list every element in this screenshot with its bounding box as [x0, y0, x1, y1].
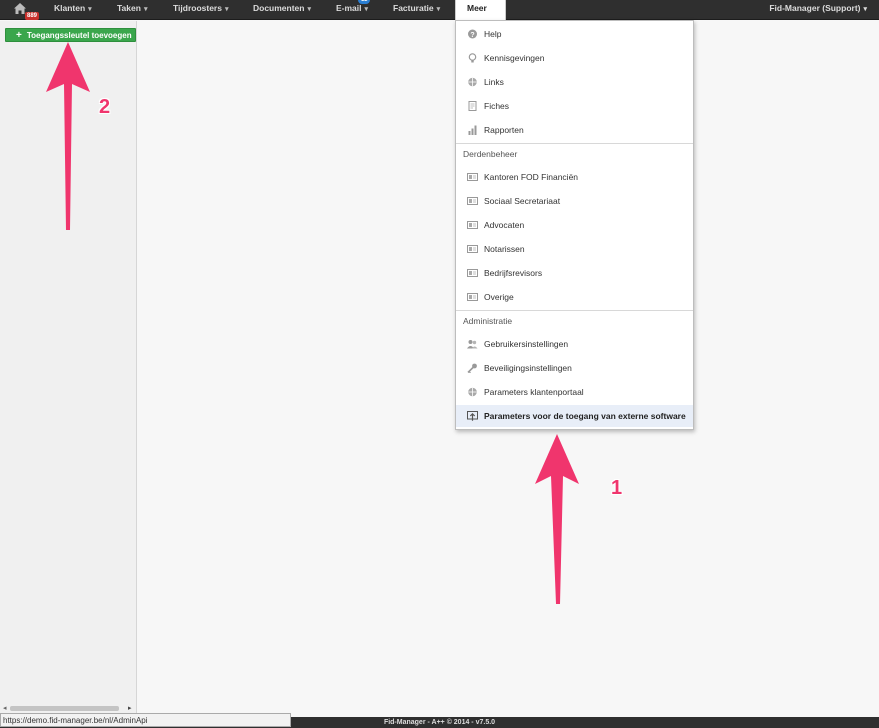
- menu-item-label: Links: [484, 77, 504, 87]
- menu-item-sociaal-secretariaat[interactable]: Sociaal Secretariaat: [456, 190, 693, 212]
- menu-item-parameters-klantenportaal[interactable]: Parameters klantenportaal: [456, 381, 693, 403]
- menu-item-links[interactable]: Links: [456, 71, 693, 93]
- menu-item-fiches[interactable]: Fiches: [456, 95, 693, 117]
- menu-item-kennisgevingen[interactable]: Kennisgevingen: [456, 47, 693, 69]
- scrollbar-thumb[interactable]: [10, 706, 119, 711]
- nav-label: Meer: [467, 3, 487, 13]
- menu-item-label: Parameters voor de toegang van externe s…: [484, 411, 686, 421]
- help-icon: ?: [468, 29, 477, 39]
- user-name: Fid-Manager (Support): [769, 3, 861, 13]
- card-icon: [467, 293, 478, 301]
- menu-item-label: Parameters klantenportaal: [484, 387, 584, 397]
- nav-email[interactable]: E-mail ▾ 11: [336, 0, 371, 20]
- meer-dropdown-menu: ? Help Kennisgevingen Links Fiches Rappo…: [455, 20, 694, 430]
- nav-klanten[interactable]: Klanten ▾: [54, 0, 92, 20]
- menu-item-label: Sociaal Secretariaat: [484, 196, 561, 206]
- menu-item-label: Gebruikersinstellingen: [484, 339, 569, 349]
- chevron-down-icon: ▾: [307, 6, 311, 13]
- menu-item-gebruikersinstellingen[interactable]: Gebruikersinstellingen: [456, 333, 693, 355]
- menu-item-label: Fiches: [484, 101, 510, 111]
- menu-item-label: Rapporten: [484, 125, 524, 135]
- nav-label: Facturatie: [393, 3, 434, 13]
- nav-facturatie[interactable]: Facturatie ▾: [393, 0, 440, 20]
- nav-label: Documenten: [253, 3, 305, 13]
- nav-label: Tijdroosters: [173, 3, 222, 13]
- menu-item-parameters-externe-software[interactable]: Parameters voor de toegang van externe s…: [456, 405, 693, 427]
- menu-item-rapporten[interactable]: Rapporten: [456, 119, 693, 141]
- menu-item-beveiligingsinstellingen[interactable]: Beveiligingsinstellingen: [456, 357, 693, 379]
- card-icon: [467, 245, 478, 253]
- notification-badge: 889: [25, 12, 40, 20]
- user-menu[interactable]: Fid-Manager (Support) ▾: [769, 0, 867, 20]
- menu-item-advocaten[interactable]: Advocaten: [456, 214, 693, 236]
- button-label: Toegangssleutel toevoegen: [26, 31, 132, 40]
- menu-item-label: Kantoren FOD Financiën: [484, 172, 579, 182]
- menu-item-label: Help: [484, 29, 502, 39]
- scroll-right-icon[interactable]: ▸: [128, 704, 132, 712]
- annotation-number-2: 2: [99, 96, 111, 118]
- bar-chart-icon: [468, 125, 477, 135]
- footer-text: Fid-Manager - A++ © 2014 - v7.5.0: [383, 719, 496, 726]
- chevron-down-icon: ▾: [88, 6, 92, 13]
- globe-icon: [468, 387, 477, 397]
- card-icon: [467, 197, 478, 205]
- users-icon: [467, 340, 478, 349]
- menu-item-label: Beveiligingsinstellingen: [484, 363, 572, 373]
- key-icon: [467, 363, 477, 373]
- menu-item-label: Advocaten: [484, 220, 525, 230]
- nav-label: E-mail: [336, 3, 362, 13]
- lightbulb-icon: [468, 53, 477, 63]
- annotation-arrow-2: [46, 42, 90, 230]
- menu-item-overige[interactable]: Overige: [456, 286, 693, 308]
- nav-taken[interactable]: Taken ▾: [117, 0, 147, 20]
- menu-item-notarissen[interactable]: Notarissen: [456, 238, 693, 260]
- top-navigation-bar: 889 Klanten ▾ Taken ▾ Tijdroosters ▾ Docume…: [0, 0, 879, 20]
- menu-item-bedrijfsrevisors[interactable]: Bedrijfsrevisors: [456, 262, 693, 284]
- plus-icon: +: [16, 30, 22, 41]
- nav-meer-active[interactable]: Meer: [455, 0, 506, 21]
- nav-documenten[interactable]: Documenten ▾: [253, 0, 311, 20]
- svg-text:?: ?: [470, 32, 474, 39]
- menu-item-label: Kennisgevingen: [484, 53, 545, 63]
- globe-icon: [468, 77, 477, 87]
- status-bar-url: https://demo.fid-manager.be/nl/AdminApi: [0, 713, 291, 727]
- annotation-number-1: 1: [611, 477, 623, 499]
- nav-tijdroosters[interactable]: Tijdroosters ▾: [173, 0, 228, 20]
- email-count-badge: 11: [358, 0, 371, 4]
- export-icon: [467, 411, 478, 421]
- chevron-down-icon: ▾: [436, 6, 441, 13]
- document-icon: [468, 101, 477, 111]
- annotation-arrow-1: [535, 434, 579, 604]
- menu-item-kantoren-fod[interactable]: Kantoren FOD Financiën: [456, 166, 693, 188]
- nav-label: Taken: [117, 3, 141, 13]
- card-icon: [467, 269, 478, 277]
- chevron-down-icon: ▾: [224, 6, 229, 13]
- section-header-derdenbeheer: Derdenbeheer: [463, 149, 518, 159]
- card-icon: [467, 173, 478, 181]
- home-button[interactable]: 889: [10, 2, 40, 20]
- menu-item-label: Bedrijfsrevisors: [484, 268, 543, 278]
- chevron-down-icon: ▾: [364, 6, 369, 13]
- scroll-left-icon[interactable]: ◂: [3, 704, 7, 712]
- nav-label: Klanten: [54, 3, 86, 13]
- card-icon: [467, 221, 478, 229]
- section-header-administratie: Administratie: [463, 316, 513, 326]
- menu-item-label: Notarissen: [484, 244, 525, 254]
- chevron-down-icon: ▾: [863, 6, 867, 13]
- chevron-down-icon: ▾: [143, 6, 148, 13]
- menu-item-label: Overige: [484, 292, 514, 302]
- menu-item-help[interactable]: ? Help: [456, 23, 693, 45]
